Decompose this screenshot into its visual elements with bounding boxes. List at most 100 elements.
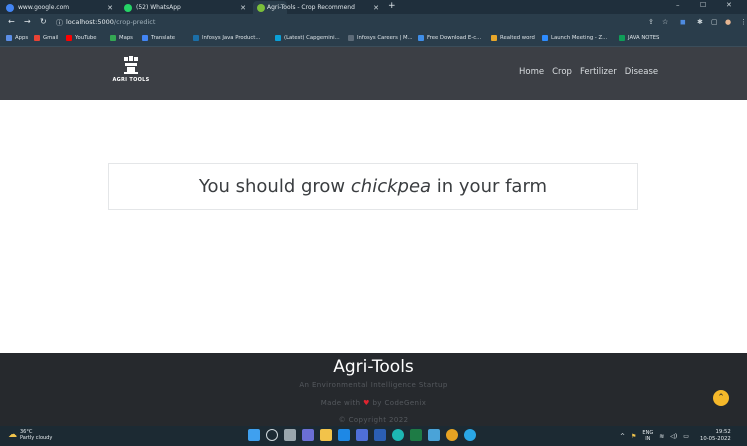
result-prefix: You should grow	[198, 176, 351, 197]
result-suffix: in your farm	[431, 176, 548, 197]
bookmark-infosys-java[interactable]: Infosys Java Product...	[193, 35, 260, 41]
notes-icon	[619, 35, 625, 41]
wifi-icon[interactable]: ≋	[659, 433, 664, 440]
bookmark-youtube[interactable]: YouTube	[66, 35, 97, 41]
bookmark-label: Free Download E-c...	[427, 35, 482, 41]
tab-title: www.google.com	[18, 4, 70, 11]
back-icon[interactable]: ←	[8, 17, 15, 26]
bookmark-apps[interactable]: Apps	[6, 35, 28, 41]
bookmark-label: Gmail	[43, 35, 59, 41]
bookmark-maps[interactable]: Maps	[110, 35, 133, 41]
url-path: /crop-predict	[113, 18, 156, 26]
footer-copyright: © Copyright 2022	[338, 416, 409, 424]
bookmark-launch-meeting[interactable]: Launch Meeting - Z...	[542, 35, 607, 41]
bookmark-free-download[interactable]: Free Download E-c...	[418, 35, 481, 41]
bookmark-star-icon[interactable]: ☆	[662, 18, 668, 26]
bookmark-translate[interactable]: Translate	[142, 35, 175, 41]
infosys-icon	[193, 35, 199, 41]
predicted-crop: chickpea	[350, 176, 432, 197]
footer-tagline: An Environmental Intelligence Startup	[299, 381, 448, 389]
prediction-result-card: You should grow chickpea in your farm	[108, 163, 638, 210]
url-host: localhost:5000	[66, 18, 114, 26]
made-prefix: Made with	[320, 399, 361, 407]
edge-icon[interactable]	[392, 429, 404, 441]
bookmark-gmail[interactable]: Gmail	[34, 35, 58, 41]
chat-icon[interactable]	[302, 429, 314, 441]
footer-made-with: Made with ♥ by CodeGenix	[0, 399, 747, 407]
bookmark-label: (Latest) Capgemini...	[284, 35, 340, 41]
main-content: You should grow chickpea in your farm	[0, 100, 747, 379]
excel-icon[interactable]	[410, 429, 422, 441]
url-field[interactable]: localhost:5000/crop-predict	[66, 18, 155, 26]
site-footer: Agri-Tools An Environmental Intelligence…	[0, 357, 747, 426]
nav-fertilizer[interactable]: Fertilizer	[580, 67, 617, 77]
search-icon[interactable]	[266, 429, 278, 441]
close-window-icon[interactable]: ✕	[726, 1, 732, 9]
youtube-icon	[66, 35, 72, 41]
tab-title: Agri-Tools - Crop Recommend	[267, 4, 355, 11]
explorer-icon[interactable]	[320, 429, 332, 441]
tab-google[interactable]: www.google.com ✕	[2, 1, 117, 14]
forward-icon[interactable]: →	[24, 17, 31, 26]
extension-icon[interactable]: ◼	[680, 18, 686, 26]
made-suffix: by CodeGenix	[372, 399, 427, 407]
tab-whatsapp[interactable]: (52) WhatsApp ✕	[120, 1, 250, 14]
bookmark-java-notes[interactable]: JAVA NOTES	[619, 35, 659, 41]
windows-icon[interactable]	[248, 429, 260, 441]
reload-icon[interactable]: ↻	[40, 17, 47, 26]
region-code: IN	[645, 436, 651, 442]
google-favicon-icon	[6, 3, 14, 12]
bookmark-label: Realted word	[500, 35, 535, 41]
bookmark-capgemini[interactable]: (Latest) Capgemini...	[275, 35, 340, 41]
word-icon[interactable]	[374, 429, 386, 441]
weather-desc: Partly cloudy	[20, 435, 53, 441]
puzzle-icon[interactable]: ✱	[697, 18, 703, 26]
nav-disease[interactable]: Disease	[625, 67, 658, 77]
nav-crop[interactable]: Crop	[552, 67, 572, 77]
bookmark-realted-word[interactable]: Realted word	[491, 35, 535, 41]
zoom-icon	[542, 35, 548, 41]
bookmark-label: Translate	[151, 35, 176, 41]
minimize-icon[interactable]: –	[676, 1, 680, 9]
close-tab-icon[interactable]: ✕	[107, 4, 113, 12]
bookmark-label: Maps	[119, 35, 133, 41]
new-tab-icon[interactable]: +	[388, 1, 396, 11]
chevron-up-icon[interactable]: ^	[620, 433, 625, 440]
site-logo[interactable]: AGRI TOOLS	[109, 55, 153, 91]
nav-home[interactable]: Home	[519, 67, 544, 77]
sidebar-icon[interactable]: ▢	[711, 18, 718, 26]
close-tab-icon[interactable]: ✕	[240, 4, 246, 12]
taskview-icon[interactable]	[284, 429, 296, 441]
volume-icon[interactable]: ◁)	[670, 433, 677, 440]
prediction-result-text: You should grow chickpea in your farm	[199, 176, 547, 197]
tab-agri-tools-label[interactable]: Agri-Tools - Crop Recommend ✕	[263, 1, 383, 14]
whatsapp-favicon-icon	[124, 3, 132, 12]
bookmark-label: Infosys Careers | M...	[357, 35, 413, 41]
close-tab-icon[interactable]: ✕	[373, 4, 379, 12]
scroll-to-top-button[interactable]: ⌃	[713, 390, 729, 406]
os-taskbar: ☁ 36°C Partly cloudy ^ ⚑ ENG IN ≋ ◁) ▭ 1…	[0, 426, 747, 446]
mail-icon[interactable]	[338, 429, 350, 441]
weather-widget[interactable]: ☁ 36°C Partly cloudy	[8, 429, 52, 441]
profile-avatar-icon[interactable]: ●	[725, 18, 731, 26]
menu-icon[interactable]: ⋮	[740, 18, 747, 26]
address-bar: ← → ↻ ⓘ localhost:5000/crop-predict ⇪ ☆ …	[0, 14, 747, 32]
clock-time: 19:52	[715, 429, 731, 435]
taskbar-app-icons	[248, 429, 476, 441]
clock[interactable]: 19:52 10-05-2022	[700, 429, 731, 443]
skype-icon[interactable]	[464, 429, 476, 441]
chrome-icon[interactable]	[446, 429, 458, 441]
download-icon	[418, 35, 424, 41]
maximize-icon[interactable]: ☐	[700, 1, 706, 9]
language-indicator[interactable]: ENG IN	[642, 430, 653, 442]
bookmarks-bar: Apps Gmail YouTube Maps Translate Infosy…	[0, 32, 747, 47]
share-icon[interactable]: ⇪	[648, 18, 654, 26]
store-icon[interactable]	[356, 429, 368, 441]
bookmark-infosys-careers[interactable]: Infosys Careers | M...	[348, 35, 413, 41]
gmail-icon	[34, 35, 40, 41]
site-info-icon[interactable]: ⓘ	[56, 18, 63, 28]
partly-cloudy-icon: ☁	[8, 430, 17, 440]
battery-icon[interactable]: ▭	[683, 433, 689, 440]
notification-icon[interactable]: ⚑	[631, 433, 636, 440]
photos-icon[interactable]	[428, 429, 440, 441]
